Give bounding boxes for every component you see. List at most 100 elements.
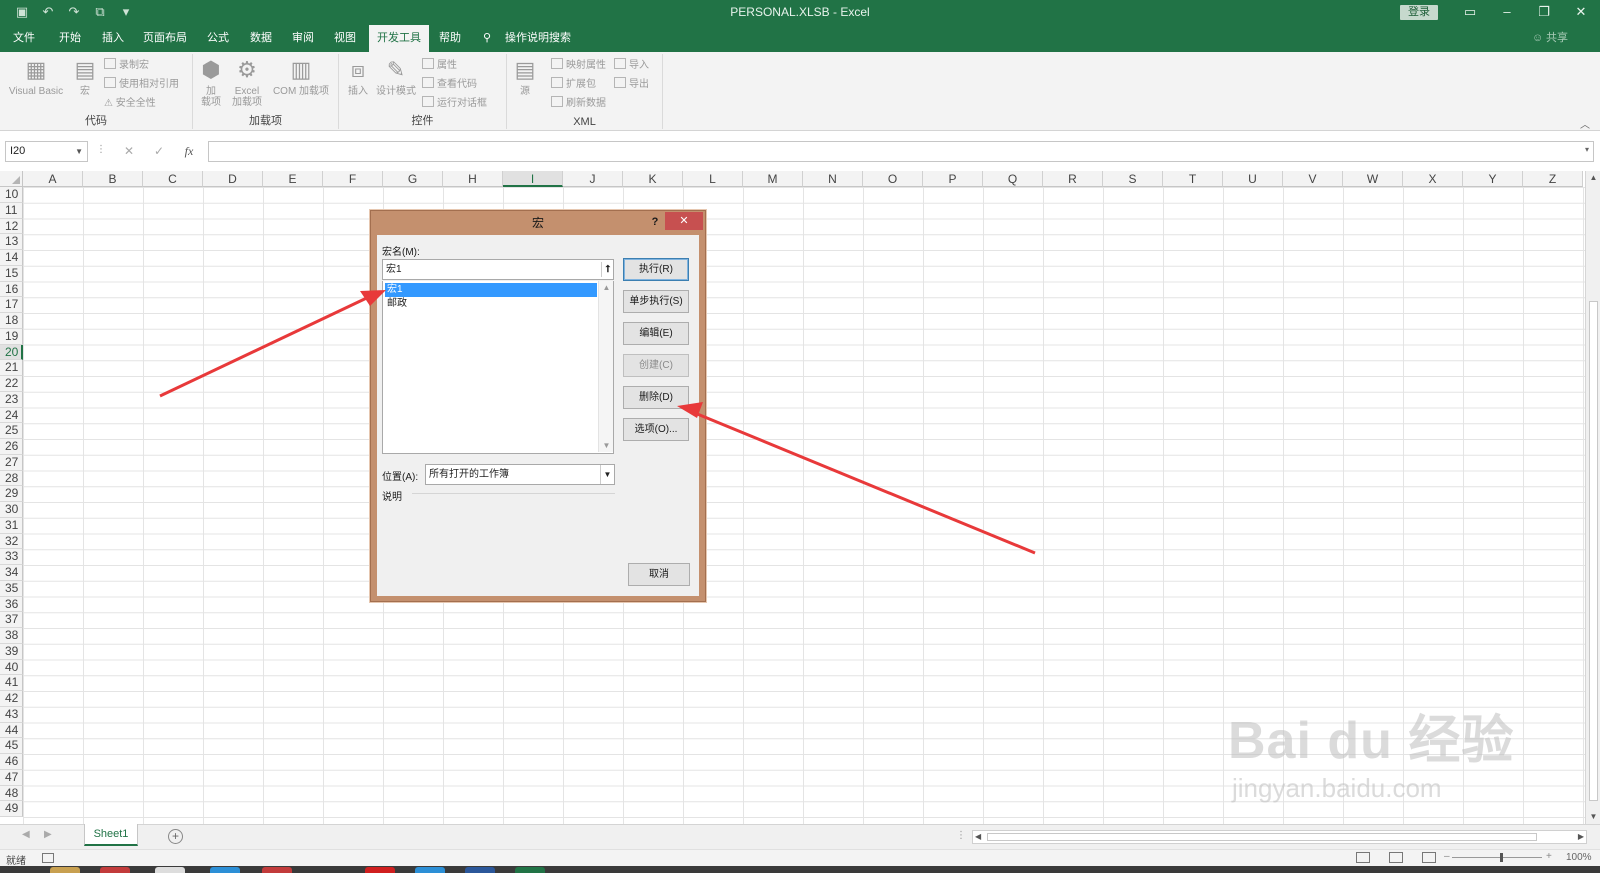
- row-header[interactable]: 44: [0, 722, 23, 739]
- row-header[interactable]: 33: [0, 549, 23, 565]
- row-header[interactable]: 30: [0, 502, 23, 518]
- list-scrollbar[interactable]: ▲ ▼: [598, 281, 613, 452]
- sheet-tab-sheet1[interactable]: Sheet1: [84, 824, 138, 846]
- run-dialog-button[interactable]: 运行对话框: [422, 96, 487, 112]
- taskbar-app-icon[interactable]: [50, 867, 80, 873]
- row-header[interactable]: 14: [0, 250, 23, 266]
- taskbar-app-icon[interactable]: [100, 867, 130, 873]
- tab-developer[interactable]: 开发工具: [369, 25, 429, 52]
- row-header[interactable]: 18: [0, 313, 23, 329]
- column-header[interactable]: M: [743, 171, 803, 187]
- column-header[interactable]: Z: [1523, 171, 1583, 187]
- row-header[interactable]: 24: [0, 407, 23, 424]
- macro-recording-icon[interactable]: [42, 853, 54, 863]
- zoom-out-icon[interactable]: –: [1444, 851, 1450, 862]
- row-header[interactable]: 38: [0, 628, 23, 644]
- import-button[interactable]: 导入: [614, 58, 649, 74]
- row-header[interactable]: 11: [0, 202, 23, 219]
- row-header[interactable]: 10: [0, 187, 23, 203]
- options-button[interactable]: 选项(O)...: [623, 418, 689, 441]
- tab-help[interactable]: 帮助: [434, 25, 466, 52]
- tab-view[interactable]: 视图: [329, 25, 361, 52]
- row-header[interactable]: 22: [0, 376, 23, 392]
- row-header[interactable]: 34: [0, 565, 23, 581]
- column-header[interactable]: K: [623, 171, 683, 187]
- lightbulb-icon[interactable]: ⚲: [483, 25, 491, 52]
- row-header[interactable]: 43: [0, 706, 23, 723]
- row-header[interactable]: 39: [0, 643, 23, 660]
- list-item[interactable]: 宏1: [385, 283, 597, 297]
- insert-function-button[interactable]: fx: [176, 142, 202, 161]
- row-header[interactable]: 23: [0, 391, 23, 408]
- zoom-slider[interactable]: [1452, 857, 1542, 858]
- row-header[interactable]: 19: [0, 328, 23, 345]
- add-sheet-icon[interactable]: +: [168, 829, 183, 844]
- tab-review[interactable]: 审阅: [287, 25, 319, 52]
- row-header[interactable]: 20: [0, 344, 23, 361]
- taskbar-app-icon[interactable]: [365, 867, 395, 873]
- row-header[interactable]: 17: [0, 297, 23, 313]
- column-header[interactable]: Y: [1463, 171, 1523, 187]
- enter-icon[interactable]: ✓: [146, 142, 172, 161]
- splitter-handle-horizontal[interactable]: ⋮: [956, 830, 966, 841]
- scroll-down-icon[interactable]: ▼: [599, 441, 614, 450]
- row-header[interactable]: 37: [0, 612, 23, 628]
- horizontal-scrollbar-thumb[interactable]: [987, 833, 1537, 841]
- row-header[interactable]: 28: [0, 470, 23, 487]
- splitter-handle[interactable]: ⋮: [96, 144, 106, 155]
- excel-addins-button[interactable]: ⚙ Excel 加载项: [229, 56, 265, 108]
- column-header[interactable]: L: [683, 171, 743, 187]
- chevron-down-icon[interactable]: ▼: [600, 465, 614, 484]
- row-header[interactable]: 36: [0, 596, 23, 613]
- normal-view-icon[interactable]: [1356, 852, 1370, 863]
- row-header[interactable]: 16: [0, 281, 23, 298]
- scroll-right-icon[interactable]: ▶: [1578, 831, 1584, 843]
- collapse-ribbon-icon[interactable]: ︿: [1580, 116, 1590, 131]
- taskbar-app-icon[interactable]: [465, 867, 495, 873]
- row-header[interactable]: 25: [0, 423, 23, 439]
- vertical-scrollbar[interactable]: ▲ ▼: [1585, 171, 1600, 824]
- run-button[interactable]: 执行(R): [623, 258, 689, 281]
- expansion-packs-button[interactable]: 扩展包: [551, 77, 596, 93]
- properties-button[interactable]: 属性: [422, 58, 457, 74]
- chevron-down-icon[interactable]: ▼: [75, 142, 83, 161]
- horizontal-scrollbar[interactable]: ◀ ▶: [972, 830, 1587, 844]
- step-into-button[interactable]: 单步执行(S): [623, 290, 689, 313]
- scroll-up-icon[interactable]: ▲: [1586, 171, 1600, 185]
- tell-me-search[interactable]: 操作说明搜索: [505, 25, 571, 52]
- addins-button[interactable]: ⬢ 加 载项: [197, 56, 225, 108]
- share-button[interactable]: 共享: [1546, 25, 1568, 52]
- zoom-level[interactable]: 100%: [1566, 852, 1592, 863]
- formula-input[interactable]: ▾: [208, 141, 1594, 162]
- relative-refs-button[interactable]: 使用相对引用: [104, 77, 179, 93]
- column-header[interactable]: N: [803, 171, 863, 187]
- create-button[interactable]: 创建(C): [623, 354, 689, 377]
- row-header[interactable]: 42: [0, 691, 23, 707]
- tab-formulas[interactable]: 公式: [202, 25, 234, 52]
- column-header[interactable]: P: [923, 171, 983, 187]
- scroll-left-icon[interactable]: ◀: [975, 831, 981, 843]
- zoom-slider-handle[interactable]: [1500, 853, 1503, 862]
- page-layout-view-icon[interactable]: [1389, 852, 1403, 863]
- row-header[interactable]: 46: [0, 754, 23, 770]
- row-header[interactable]: 32: [0, 533, 23, 550]
- taskbar-app-icon[interactable]: [210, 867, 240, 873]
- login-button[interactable]: 登录: [1400, 5, 1438, 20]
- taskbar-excel-icon[interactable]: [515, 867, 545, 873]
- delete-button[interactable]: 删除(D): [623, 386, 689, 409]
- close-window-icon[interactable]: ✕: [1566, 2, 1596, 22]
- tab-home[interactable]: 开始: [54, 25, 86, 52]
- column-header[interactable]: I: [503, 171, 563, 187]
- scrollbar-thumb[interactable]: [1589, 301, 1598, 801]
- column-header[interactable]: Q: [983, 171, 1043, 187]
- help-icon[interactable]: ?: [647, 214, 663, 230]
- page-break-view-icon[interactable]: [1422, 852, 1436, 863]
- row-header[interactable]: 29: [0, 486, 23, 502]
- export-button[interactable]: 导出: [614, 77, 649, 93]
- macros-button[interactable]: ▤ 宏: [70, 56, 100, 97]
- column-header[interactable]: O: [863, 171, 923, 187]
- row-header[interactable]: 41: [0, 675, 23, 691]
- row-header[interactable]: 31: [0, 517, 23, 534]
- row-header[interactable]: 27: [0, 454, 23, 471]
- row-header[interactable]: 45: [0, 738, 23, 754]
